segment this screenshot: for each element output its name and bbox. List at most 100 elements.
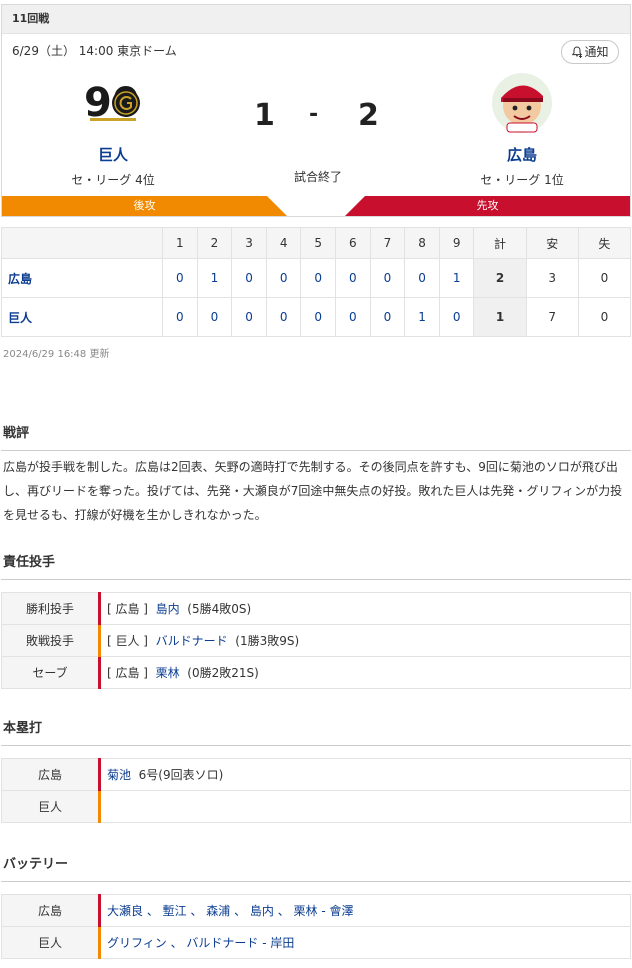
header-inning-5: 5	[300, 227, 337, 259]
home-score: 1	[254, 98, 275, 133]
inning-score[interactable]: 1	[404, 297, 440, 337]
pitcher-row: 敗戦投手 [ 巨人 ] バルドナード (1勝3敗9S)	[1, 624, 631, 657]
away-side-label: 先攻	[345, 196, 630, 216]
inning-score[interactable]: 0	[162, 297, 198, 337]
homerun-row: 巨人	[1, 790, 631, 823]
divider	[1, 881, 631, 882]
home-side-label: 後攻	[2, 196, 287, 216]
homerun-team: 巨人	[1, 790, 100, 823]
header-inning-7: 7	[369, 227, 406, 259]
scoreboard-header-row: 1 2 3 4 5 6 7 8 9 計 安 失	[1, 227, 632, 259]
home-team-name: 巨人	[97, 146, 128, 164]
homeruns-title: 本塁打	[3, 721, 43, 736]
notify-button[interactable]: 通知	[561, 40, 619, 64]
round-label: 11回戦	[2, 5, 630, 34]
total-errors: 0	[577, 258, 632, 298]
inning-score[interactable]: 0	[335, 297, 371, 337]
header-errors: 失	[577, 227, 632, 259]
pitcher-stat: (1勝3敗9S)	[235, 634, 300, 648]
pitcher-name-link[interactable]: バルドナード	[156, 634, 228, 648]
inning-score[interactable]: 0	[231, 258, 267, 298]
header-inning-4: 4	[265, 227, 302, 259]
batting-order-bar: 後攻 先攻	[2, 196, 630, 216]
header-inning-2: 2	[196, 227, 233, 259]
battery-pitchers-links[interactable]: 大瀬良 、 塹江 、 森浦 、 島内 、 栗林	[107, 904, 318, 918]
updated-time: 2024/6/29 16:48 更新	[3, 349, 110, 360]
pitcher-row: 勝利投手 [ 広島 ] 島内 (5勝4敗0S)	[1, 592, 631, 625]
total-errors: 0	[577, 297, 632, 337]
battery-catcher-link[interactable]: - 會澤	[318, 904, 353, 918]
inning-score[interactable]: 0	[369, 297, 406, 337]
battery-row: 広島 大瀬良 、 塹江 、 森浦 、 島内 、 栗林 - 會澤	[1, 894, 631, 927]
total-hits: 7	[525, 297, 579, 337]
header-inning-8: 8	[404, 227, 440, 259]
battery-value: 大瀬良 、 塹江 、 森浦 、 島内 、 栗林 - 會澤	[98, 894, 631, 927]
header-inning-9: 9	[438, 227, 475, 259]
score-dash: -	[309, 102, 319, 127]
notify-label: 通知	[584, 45, 609, 59]
away-team-name: 広島	[506, 146, 537, 164]
battery-title: バッテリー	[3, 857, 69, 872]
divider	[1, 745, 631, 746]
pitcher-name-link[interactable]: 島内	[156, 602, 180, 616]
pitcher-stat: (0勝2敗21S)	[187, 666, 259, 680]
header-inning-6: 6	[335, 227, 371, 259]
away-team[interactable]: 広島 セ・リーグ 1位	[442, 72, 602, 188]
inning-score[interactable]: 0	[231, 297, 267, 337]
pitcher-row: セーブ [ 広島 ] 栗林 (0勝2敗21S)	[1, 656, 631, 689]
away-score: 2	[358, 98, 379, 133]
pitcher-name-link[interactable]: 栗林	[156, 666, 180, 680]
pitchers-table: 勝利投手 [ 広島 ] 島内 (5勝4敗0S) 敗戦投手 [ 巨人 ] バルドナ…	[1, 592, 631, 689]
inning-score[interactable]: 1	[196, 258, 233, 298]
battery-team: 広島	[1, 894, 100, 927]
total-runs: 2	[473, 258, 527, 298]
homeruns-section: 本塁打 広島 菊池 6号(9回表ソロ) 巨人	[1, 717, 631, 823]
homerun-value	[98, 790, 631, 823]
header-hits: 安	[525, 227, 579, 259]
pitcher-value: [ 広島 ] 島内 (5勝4敗0S)	[98, 592, 631, 625]
inning-score[interactable]: 0	[438, 297, 475, 337]
pitcher-team: [ 巨人 ]	[107, 634, 148, 648]
review-text: 広島が投手戦を制した。広島は2回表、矢野の適時打で先制する。その後同点を許すも、…	[3, 460, 623, 522]
homerun-team: 広島	[1, 758, 100, 791]
total-runs: 1	[473, 297, 527, 337]
homerun-value: 菊池 6号(9回表ソロ)	[98, 758, 631, 791]
scoreboard-row-away: 広島 0 1 0 0 0 0 0 0 1 2 3 0	[1, 258, 632, 298]
inning-score[interactable]: 0	[265, 258, 302, 298]
inning-score[interactable]: 0	[196, 297, 233, 337]
inning-score[interactable]: 0	[162, 258, 198, 298]
total-hits: 3	[525, 258, 579, 298]
away-team-rank: セ・リーグ 1位	[480, 173, 564, 187]
battery-section: バッテリー 広島 大瀬良 、 塹江 、 森浦 、 島内 、 栗林 - 會澤 巨人…	[1, 853, 631, 959]
battery-catcher-link[interactable]: - 岸田	[258, 936, 294, 950]
header-runs: 計	[473, 227, 527, 259]
inning-score[interactable]: 0	[300, 297, 337, 337]
scoreboard-row-home: 巨人 0 0 0 0 0 0 0 1 0 1 7 0	[1, 297, 632, 337]
review-section: 戦評 広島が投手戦を制した。広島は2回表、矢野の適時打で先制する。その後同点を許…	[1, 422, 631, 527]
inning-score[interactable]: 0	[265, 297, 302, 337]
scoreboard-table: 1 2 3 4 5 6 7 8 9 計 安 失 広島 0 1 0 0 0 0 0…	[1, 227, 632, 337]
inning-score[interactable]: 0	[404, 258, 440, 298]
pitcher-value: [ 巨人 ] バルドナード (1勝3敗9S)	[98, 624, 631, 657]
pitcher-team: [ 広島 ]	[107, 602, 148, 616]
inning-score[interactable]: 0	[369, 258, 406, 298]
review-title: 戦評	[3, 426, 30, 441]
pitcher-stat: (5勝4敗0S)	[187, 602, 252, 616]
homerun-stat: 6号(9回表ソロ)	[138, 768, 224, 782]
pitcher-role: セーブ	[1, 656, 100, 689]
scoreboard-team-link[interactable]: 広島	[1, 258, 163, 298]
header-inning-3: 3	[231, 227, 267, 259]
pitcher-role: 敗戦投手	[1, 624, 100, 657]
homerun-player-link[interactable]: 菊池	[107, 768, 131, 782]
scoreboard-team-link[interactable]: 巨人	[1, 297, 163, 337]
header-inning-1: 1	[162, 227, 198, 259]
homeruns-table: 広島 菊池 6号(9回表ソロ) 巨人	[1, 758, 631, 823]
inning-score[interactable]: 0	[335, 258, 371, 298]
header-team	[1, 227, 163, 259]
date-place: 6/29（土） 14:00 東京ドーム	[12, 44, 177, 58]
inning-score[interactable]: 1	[438, 258, 475, 298]
battery-table: 広島 大瀬良 、 塹江 、 森浦 、 島内 、 栗林 - 會澤 巨人 グリフィン…	[1, 894, 631, 959]
inning-score[interactable]: 0	[300, 258, 337, 298]
battery-pitchers-links[interactable]: グリフィン 、 バルドナード	[107, 936, 258, 950]
homerun-row: 広島 菊池 6号(9回表ソロ)	[1, 758, 631, 791]
